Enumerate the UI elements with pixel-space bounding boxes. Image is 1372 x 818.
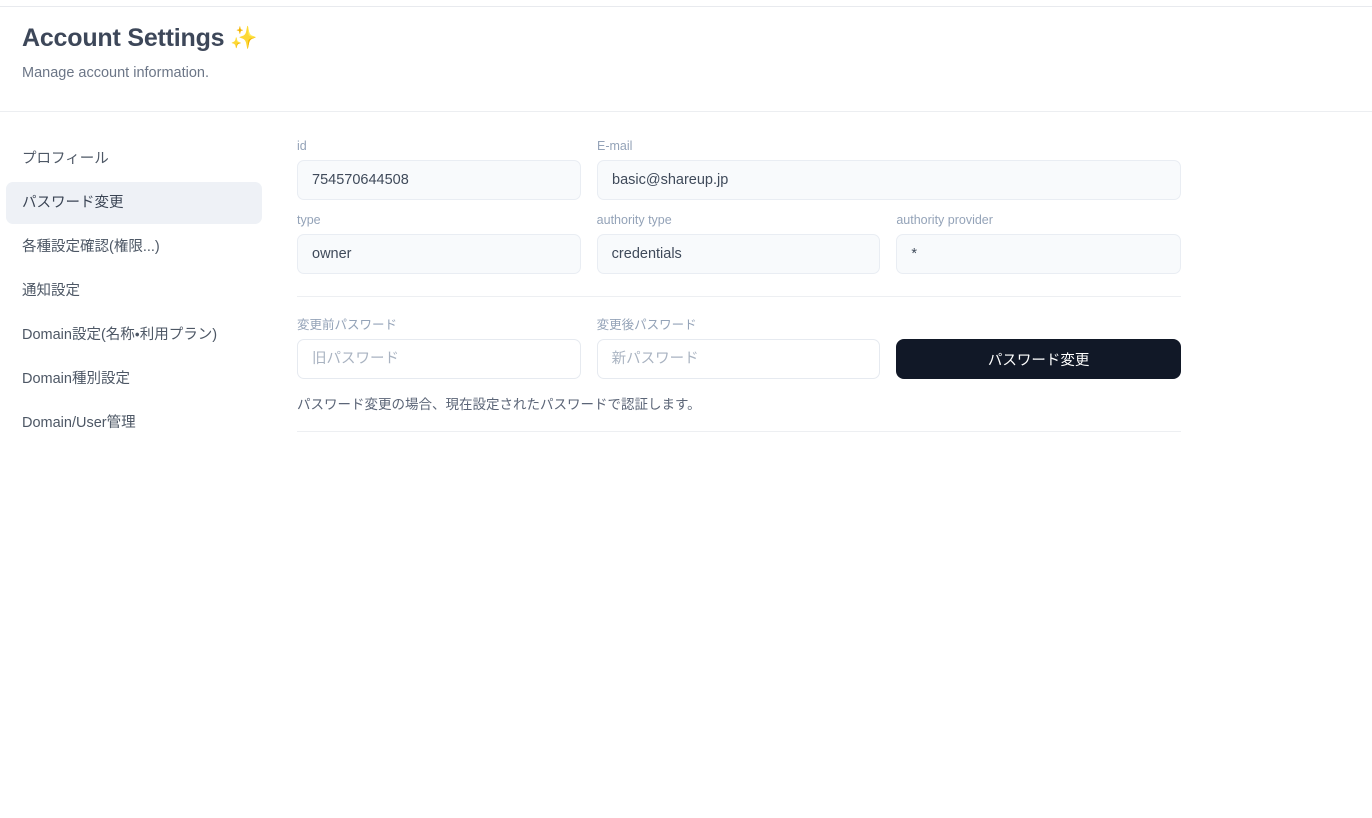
- sidebar-item-notification-settings[interactable]: 通知設定: [6, 270, 262, 312]
- password-change-row: 変更前パスワード 変更後パスワード パスワード変更: [297, 317, 1181, 379]
- type-input[interactable]: [297, 234, 581, 274]
- old-password-input[interactable]: [297, 339, 581, 379]
- field-email: E-mail: [597, 138, 1181, 200]
- sidebar-item-settings-check[interactable]: 各種設定確認(権限...): [6, 226, 262, 268]
- field-type: type: [297, 212, 581, 274]
- id-input[interactable]: [297, 160, 581, 200]
- field-authority-provider: authority provider: [896, 212, 1182, 274]
- password-section-divider-bottom: [297, 431, 1181, 432]
- field-old-password: 変更前パスワード: [297, 317, 581, 379]
- page-title: Account Settings ✨: [22, 22, 258, 54]
- sidebar-item-domain-type-settings[interactable]: Domain種別設定: [6, 358, 262, 400]
- page-title-text: Account Settings: [22, 24, 225, 52]
- page-subtitle: Manage account information.: [22, 65, 209, 81]
- field-new-password: 変更後パスワード: [596, 317, 881, 379]
- field-authority-type: authority type: [596, 212, 881, 274]
- field-id: id: [297, 138, 581, 200]
- password-helper-text: パスワード変更の場合、現在設定されたパスワードで認証します。: [297, 397, 701, 412]
- field-id-label: id: [297, 139, 307, 153]
- page-header: Account Settings ✨ Manage account informa…: [22, 22, 258, 83]
- change-password-button[interactable]: パスワード変更: [896, 339, 1181, 379]
- settings-content: id E-mail type authority type authority …: [297, 138, 1182, 432]
- sparkles-icon: ✨: [230, 25, 258, 50]
- field-authority-provider-label: authority provider: [896, 213, 993, 227]
- account-settings-page: Account Settings ✨ Manage account informa…: [0, 0, 1372, 818]
- authority-type-input[interactable]: [596, 234, 881, 274]
- sidebar-item-domain-user-management[interactable]: Domain/User管理: [6, 402, 262, 444]
- field-authority-type-label: authority type: [596, 213, 672, 227]
- header-divider: [0, 111, 1372, 112]
- password-section-divider-top: [297, 296, 1181, 297]
- sidebar-item-profile[interactable]: プロフィール: [6, 138, 262, 180]
- account-info-row-2: type authority type authority provider: [297, 212, 1182, 274]
- field-old-password-label: 変更前パスワード: [297, 318, 398, 332]
- settings-sidebar: プロフィール パスワード変更 各種設定確認(権限...) 通知設定 Domain…: [6, 138, 262, 446]
- field-new-password-label: 変更後パスワード: [596, 318, 697, 332]
- email-input[interactable]: [597, 160, 1181, 200]
- account-info-row-1: id E-mail: [297, 138, 1181, 200]
- field-email-label: E-mail: [597, 139, 633, 153]
- sidebar-item-password-change[interactable]: パスワード変更: [6, 182, 262, 224]
- field-type-label: type: [297, 213, 321, 227]
- top-divider: [0, 6, 1372, 7]
- authority-provider-input[interactable]: [896, 234, 1182, 274]
- new-password-input[interactable]: [596, 339, 881, 379]
- sidebar-item-domain-settings[interactable]: Domain設定(名称・利用プラン): [6, 314, 262, 356]
